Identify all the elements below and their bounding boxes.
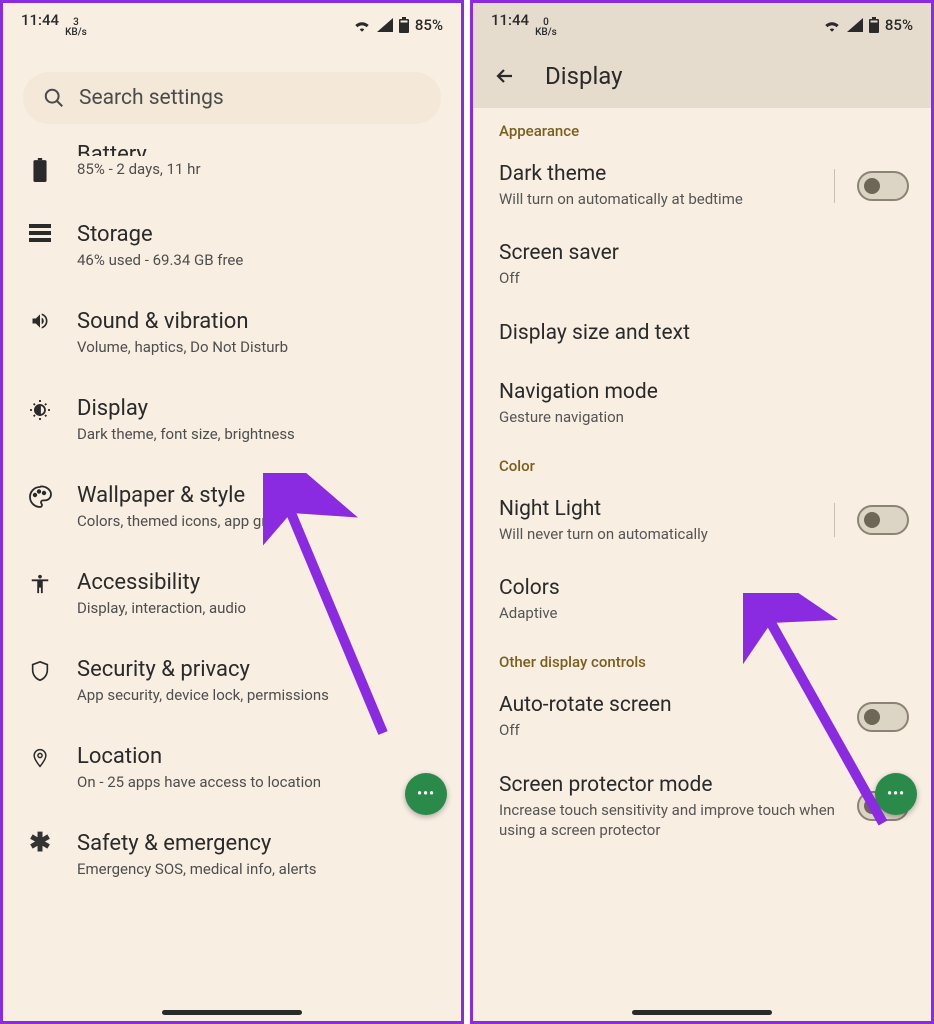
- phone-display: 11:44 0 KB/s 85% Display Appearance Dark…: [470, 0, 934, 1024]
- search-placeholder: Search settings: [79, 86, 224, 110]
- settings-item-accessibility[interactable]: AccessibilityDisplay, interaction, audio: [3, 550, 461, 637]
- signal-icon: [377, 18, 393, 32]
- settings-item-safety[interactable]: ✱ Safety & emergencyEmergency SOS, medic…: [3, 811, 461, 898]
- battery-icon: [33, 158, 47, 182]
- fab-more[interactable]: •••: [875, 773, 917, 815]
- settings-item-wallpaper[interactable]: Wallpaper & styleColors, themed icons, a…: [3, 463, 461, 550]
- display-icon: [28, 398, 52, 422]
- settings-item-location[interactable]: LocationOn - 25 apps have access to loca…: [3, 724, 461, 811]
- wifi-icon: [353, 18, 371, 32]
- sound-icon: [29, 311, 51, 331]
- settings-item-storage[interactable]: Storage46% used - 69.34 GB free: [3, 202, 461, 289]
- battery-percent: 85%: [415, 16, 443, 34]
- toggle-auto-rotate[interactable]: [857, 702, 909, 732]
- status-bar: 11:44 0 KB/s 85%: [473, 3, 931, 44]
- fab-more[interactable]: •••: [405, 773, 447, 815]
- section-appearance: Appearance: [473, 108, 931, 146]
- item-nav-mode[interactable]: Navigation modeGesture navigation: [473, 364, 931, 443]
- search-settings[interactable]: Search settings: [23, 72, 441, 124]
- battery-icon: [869, 17, 879, 33]
- location-icon: [30, 746, 50, 770]
- signal-icon: [847, 18, 863, 32]
- wifi-icon: [823, 18, 841, 32]
- phone-settings: 11:44 3 KB/s 85% Search settings Battery…: [0, 0, 464, 1024]
- back-icon[interactable]: [493, 64, 517, 88]
- item-display-size[interactable]: Display size and text: [473, 305, 931, 364]
- status-icons: 85%: [823, 16, 913, 34]
- page-title: Display: [545, 62, 623, 90]
- accessibility-icon: [29, 572, 51, 596]
- status-time: 11:44: [21, 11, 59, 29]
- search-icon: [43, 87, 65, 109]
- item-auto-rotate[interactable]: Auto-rotate screenOff: [473, 677, 931, 756]
- settings-item-battery[interactable]: Battery 85% - 2 days, 11 hr: [3, 136, 461, 202]
- status-speed: 3 KB/s: [65, 18, 87, 38]
- asterisk-icon: ✱: [29, 833, 51, 854]
- divider: [834, 503, 835, 537]
- battery-percent: 85%: [885, 16, 913, 34]
- settings-item-display[interactable]: DisplayDark theme, font size, brightness: [3, 376, 461, 463]
- item-dark-theme[interactable]: Dark themeWill turn on automatically at …: [473, 146, 931, 225]
- item-screen-saver[interactable]: Screen saverOff: [473, 225, 931, 304]
- more-icon: •••: [417, 786, 435, 802]
- item-screen-protector[interactable]: Screen protector modeIncrease touch sens…: [473, 757, 931, 857]
- settings-item-security[interactable]: Security & privacyApp security, device l…: [3, 637, 461, 724]
- storage-icon: [29, 224, 51, 242]
- nav-handle[interactable]: [632, 1010, 772, 1015]
- item-night-light[interactable]: Night LightWill never turn on automatica…: [473, 481, 931, 560]
- palette-icon: [28, 485, 52, 509]
- settings-item-sound[interactable]: Sound & vibrationVolume, haptics, Do Not…: [3, 289, 461, 376]
- status-bar: 11:44 3 KB/s 85%: [3, 3, 461, 44]
- divider: [834, 169, 835, 203]
- toggle-dark-theme[interactable]: [857, 171, 909, 201]
- toggle-night-light[interactable]: [857, 505, 909, 535]
- settings-list[interactable]: Battery 85% - 2 days, 11 hr Storage46% u…: [3, 136, 461, 898]
- app-bar: Display: [473, 44, 931, 108]
- section-color: Color: [473, 443, 931, 481]
- status-speed: 0 KB/s: [535, 18, 557, 38]
- status-time: 11:44: [491, 11, 529, 29]
- nav-handle[interactable]: [162, 1010, 302, 1015]
- shield-icon: [29, 659, 51, 683]
- more-icon: •••: [887, 786, 905, 802]
- section-other: Other display controls: [473, 639, 931, 677]
- status-icons: 85%: [353, 16, 443, 34]
- battery-icon: [399, 17, 409, 33]
- item-colors[interactable]: ColorsAdaptive: [473, 560, 931, 639]
